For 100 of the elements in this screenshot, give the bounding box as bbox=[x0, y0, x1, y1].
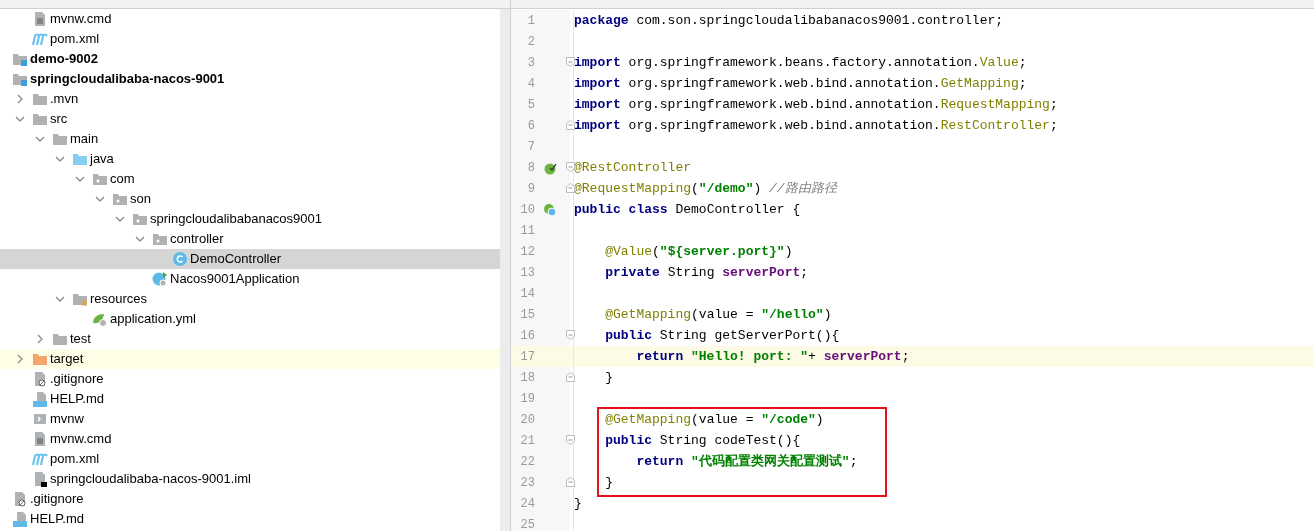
tree-item[interactable]: com bbox=[0, 169, 500, 189]
tree-item[interactable]: springcloudalibaba-nacos-9001 bbox=[0, 69, 500, 89]
fold-marker-icon[interactable] bbox=[566, 477, 575, 487]
ignored-file-icon bbox=[32, 371, 48, 387]
tree-item[interactable]: src bbox=[0, 109, 500, 129]
tree-item[interactable]: mvnw.cmd bbox=[0, 429, 500, 449]
tree-item[interactable]: DemoController bbox=[0, 249, 500, 269]
item-label: test bbox=[70, 330, 91, 349]
tree-item[interactable]: .gitignore bbox=[0, 369, 500, 389]
chevron-down-icon[interactable] bbox=[35, 134, 45, 144]
item-label: com bbox=[110, 170, 135, 189]
maven-icon bbox=[32, 31, 48, 47]
item-label: HELP.md bbox=[30, 510, 84, 529]
line-number: 1 bbox=[526, 12, 535, 30]
item-label: HELP.md bbox=[50, 390, 104, 409]
tree-item[interactable]: springcloudalibabanacos9001 bbox=[0, 209, 500, 229]
code-line: public class DemoController { bbox=[574, 201, 801, 217]
chevron-down-icon[interactable] bbox=[15, 114, 25, 124]
class-icon bbox=[172, 251, 188, 267]
tree-item[interactable]: HELP.md bbox=[0, 509, 500, 529]
chevron-down-icon[interactable] bbox=[135, 234, 145, 244]
package-icon bbox=[132, 211, 148, 227]
tree-item[interactable]: resources bbox=[0, 289, 500, 309]
code-line: public String getServerPort(){ bbox=[604, 327, 840, 343]
tree-item[interactable]: Nacos9001Application bbox=[0, 269, 500, 289]
line-number: 18 bbox=[519, 369, 535, 387]
fold-marker-icon[interactable] bbox=[566, 162, 575, 172]
fold-marker-icon[interactable] bbox=[566, 330, 575, 340]
leaf-icon bbox=[92, 311, 108, 327]
item-label: springcloudalibabanacos9001 bbox=[150, 210, 323, 229]
fold-marker-icon[interactable] bbox=[566, 57, 575, 67]
tree-item[interactable]: pom.xml bbox=[0, 29, 500, 49]
fold-marker-icon[interactable] bbox=[566, 435, 575, 445]
code-line: @GetMapping(value = "/hello") bbox=[604, 306, 832, 322]
package-icon bbox=[152, 231, 168, 247]
class-gutter-icon[interactable] bbox=[543, 202, 557, 217]
code-line: private String serverPort; bbox=[604, 264, 809, 280]
module-icon bbox=[12, 71, 28, 87]
folder-icon bbox=[32, 91, 48, 107]
item-label: main bbox=[70, 130, 99, 149]
line-number: 7 bbox=[526, 138, 535, 156]
line-number: 21 bbox=[519, 432, 535, 450]
tree-item[interactable]: mvnw.cmd bbox=[0, 9, 500, 29]
chevron-down-icon[interactable] bbox=[55, 294, 65, 304]
line-number: 17 bbox=[519, 348, 535, 366]
code-line: import org.springframework.web.bind.annotation.GetMapping; bbox=[574, 75, 1027, 91]
tree-item[interactable]: HELP.md bbox=[0, 389, 500, 409]
tree-item[interactable]: controller bbox=[0, 229, 500, 249]
line-number: 13 bbox=[519, 264, 535, 282]
tree-item[interactable]: pom.xml bbox=[0, 449, 500, 469]
line-number: 20 bbox=[519, 411, 535, 429]
line-number: 16 bbox=[519, 327, 535, 345]
tree-item[interactable]: mvnw bbox=[0, 409, 500, 429]
item-label: demo-9002 bbox=[30, 50, 98, 69]
item-label: mvnw.cmd bbox=[50, 430, 112, 449]
code-line: @RequestMapping("/demo") //路由路径 bbox=[574, 180, 837, 196]
tree-item[interactable]: target bbox=[0, 349, 500, 369]
item-label: .mvn bbox=[50, 90, 79, 109]
module-icon bbox=[12, 51, 28, 67]
chevron-down-icon[interactable] bbox=[115, 214, 125, 224]
run-class-icon bbox=[152, 271, 168, 287]
item-label: springcloudalibaba-nacos-9001 bbox=[30, 70, 225, 89]
tree-item[interactable]: son bbox=[0, 189, 500, 209]
file-icon bbox=[32, 11, 48, 27]
tree-item[interactable]: demo-9002 bbox=[0, 49, 500, 69]
line-number: 3 bbox=[526, 54, 535, 72]
folder-icon bbox=[52, 331, 68, 347]
tree-item[interactable]: main bbox=[0, 129, 500, 149]
code-line: } bbox=[574, 495, 582, 511]
chevron-right-icon[interactable] bbox=[35, 334, 45, 344]
item-label: .gitignore bbox=[30, 490, 84, 509]
item-label: java bbox=[90, 150, 114, 169]
chevron-down-icon[interactable] bbox=[75, 174, 85, 184]
chevron-down-icon[interactable] bbox=[95, 194, 105, 204]
item-label: .gitignore bbox=[50, 370, 104, 389]
item-label: application.yml bbox=[110, 310, 196, 329]
chevron-right-icon[interactable] bbox=[15, 354, 25, 364]
fold-marker-icon[interactable] bbox=[566, 120, 575, 130]
code-line: return "Hello! port: "+ serverPort; bbox=[635, 348, 910, 364]
tree-item[interactable]: .gitignore bbox=[0, 489, 500, 509]
fold-marker-icon[interactable] bbox=[566, 183, 575, 193]
item-label: Nacos9001Application bbox=[170, 270, 300, 289]
item-label: springcloudalibaba-nacos-9001.iml bbox=[50, 470, 251, 489]
fold-marker-icon[interactable] bbox=[566, 372, 575, 382]
line-number: 8 bbox=[526, 159, 535, 177]
tree-item[interactable]: application.yml bbox=[0, 309, 500, 329]
tree-item[interactable]: springcloudalibaba-nacos-9001.iml bbox=[0, 469, 500, 489]
chevron-down-icon[interactable] bbox=[55, 154, 65, 164]
tree-item[interactable]: test bbox=[0, 329, 500, 349]
line-number: 5 bbox=[526, 96, 535, 114]
tree-item[interactable]: java bbox=[0, 149, 500, 169]
item-label: son bbox=[130, 190, 151, 209]
scrollbar[interactable] bbox=[500, 9, 510, 531]
code-line: } bbox=[604, 474, 613, 490]
maven-icon bbox=[32, 451, 48, 467]
line-number: 2 bbox=[526, 33, 535, 51]
tree-item[interactable]: .mvn bbox=[0, 89, 500, 109]
item-label: mvnw.cmd bbox=[50, 10, 112, 29]
line-number: 14 bbox=[519, 285, 535, 303]
chevron-right-icon[interactable] bbox=[15, 94, 25, 104]
